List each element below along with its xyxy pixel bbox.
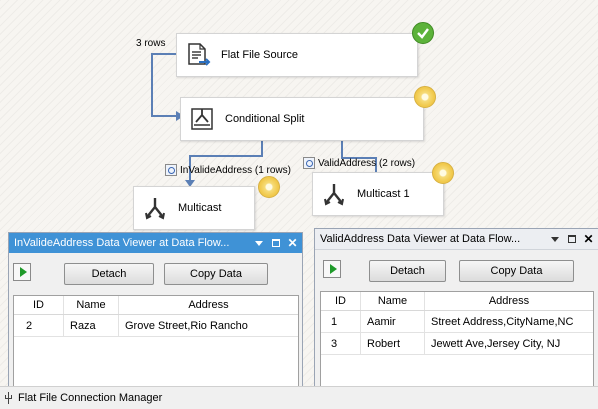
flat-file-source-task[interactable]: Flat File Source [176,33,418,77]
column-header-name[interactable]: Name [361,292,425,310]
viewer-toolbar: Detach Copy Data [315,250,598,284]
maximize-button[interactable] [566,234,577,245]
path-label-invalid[interactable]: InValideAddress (1 rows) [165,164,291,176]
data-grid[interactable]: ID Name Address 1 Aamir Street Address,C… [320,291,594,387]
detach-button[interactable]: Detach [64,263,154,285]
conditional-split-icon [191,108,213,130]
copy-data-button[interactable]: Copy Data [164,263,268,285]
copy-data-button[interactable]: Copy Data [459,260,574,282]
multicast-task[interactable]: Multicast [133,186,255,230]
viewer-titlebar[interactable]: InValideAddress Data Viewer at Data Flow… [9,233,302,253]
table-row[interactable]: 1 Aamir Street Address,CityName,NC [321,311,593,333]
row-count-label: 3 rows [136,38,166,49]
table-row[interactable]: 2 Raza Grove Street,Rio Rancho [14,315,298,337]
column-header-id[interactable]: ID [14,296,64,314]
task-label: Multicast 1 [357,188,410,200]
multicast-icon [145,198,165,220]
multicast-1-task[interactable]: Multicast 1 [312,172,444,216]
data-grid[interactable]: ID Name Address 2 Raza Grove Street,Rio … [13,295,299,387]
play-icon [329,264,337,274]
column-header-id[interactable]: ID [321,292,361,310]
task-label: Flat File Source [221,49,299,61]
close-button[interactable]: ✕ [287,237,298,249]
cell-address: Grove Street,Rio Rancho [125,319,248,332]
connection-manager-item[interactable]: Flat File Connection Manager [18,392,162,404]
column-header-name[interactable]: Name [64,296,119,314]
path-label-source-rows: 3 rows [136,38,165,49]
cell-id: 3 [321,333,361,354]
close-button[interactable]: ✕ [583,233,594,245]
valid-address-data-viewer: ValidAddress Data Viewer at Data Flow...… [314,228,598,388]
cell-id: 2 [14,315,64,336]
flat-file-source-icon [188,43,211,66]
task-label: Conditional Split [225,113,305,125]
detach-button[interactable]: Detach [369,260,446,282]
success-check-icon [412,22,434,44]
dropdown-arrow-icon [550,236,559,242]
viewer-title: ValidAddress Data Viewer at Data Flow... [320,233,521,245]
pending-icon [258,176,280,198]
path-label-text: ValidAddress (2 rows) [318,157,416,169]
task-label: Multicast [178,202,222,214]
path-source-to-split [151,53,176,117]
data-viewer-icon [303,157,315,169]
connection-manager-icon [5,392,12,404]
pending-icon [432,162,454,184]
cell-name: Aamir [361,311,425,332]
pending-icon [414,86,436,108]
maximize-icon [271,239,280,247]
column-header-address[interactable]: Address [425,292,593,310]
conditional-split-task[interactable]: Conditional Split [180,97,424,141]
table-row[interactable]: 3 Robert Jewett Ave,Jersey City, NJ [321,333,593,355]
continue-button[interactable] [13,263,31,281]
maximize-icon [567,235,576,243]
window-position-button[interactable] [253,238,264,249]
window-position-button[interactable] [549,234,560,245]
maximize-button[interactable] [270,238,281,249]
path-label-valid[interactable]: ValidAddress (2 rows) [303,157,415,169]
dropdown-arrow-icon [254,240,263,246]
cell-address: Jewett Ave,Jersey City, NJ [431,337,561,350]
continue-button[interactable] [323,260,341,278]
cell-name: Robert [361,333,425,354]
cell-id: 1 [321,311,361,332]
invalid-address-data-viewer: InValideAddress Data Viewer at Data Flow… [8,232,303,388]
grid-header: ID Name Address [14,296,298,315]
multicast-icon [324,184,344,206]
viewer-titlebar[interactable]: ValidAddress Data Viewer at Data Flow...… [315,229,598,250]
viewer-toolbar: Detach Copy Data [9,253,302,287]
play-icon [19,267,27,277]
path-label-text: InValideAddress (1 rows) [180,164,291,176]
viewer-title: InValideAddress Data Viewer at Data Flow… [14,237,230,249]
grid-header: ID Name Address [321,292,593,311]
data-viewer-icon [165,164,177,176]
connection-managers-bar: Flat File Connection Manager [0,386,598,409]
cell-name: Raza [64,315,119,336]
cell-address: Street Address,CityName,NC [431,315,574,328]
column-header-address[interactable]: Address [119,296,298,314]
